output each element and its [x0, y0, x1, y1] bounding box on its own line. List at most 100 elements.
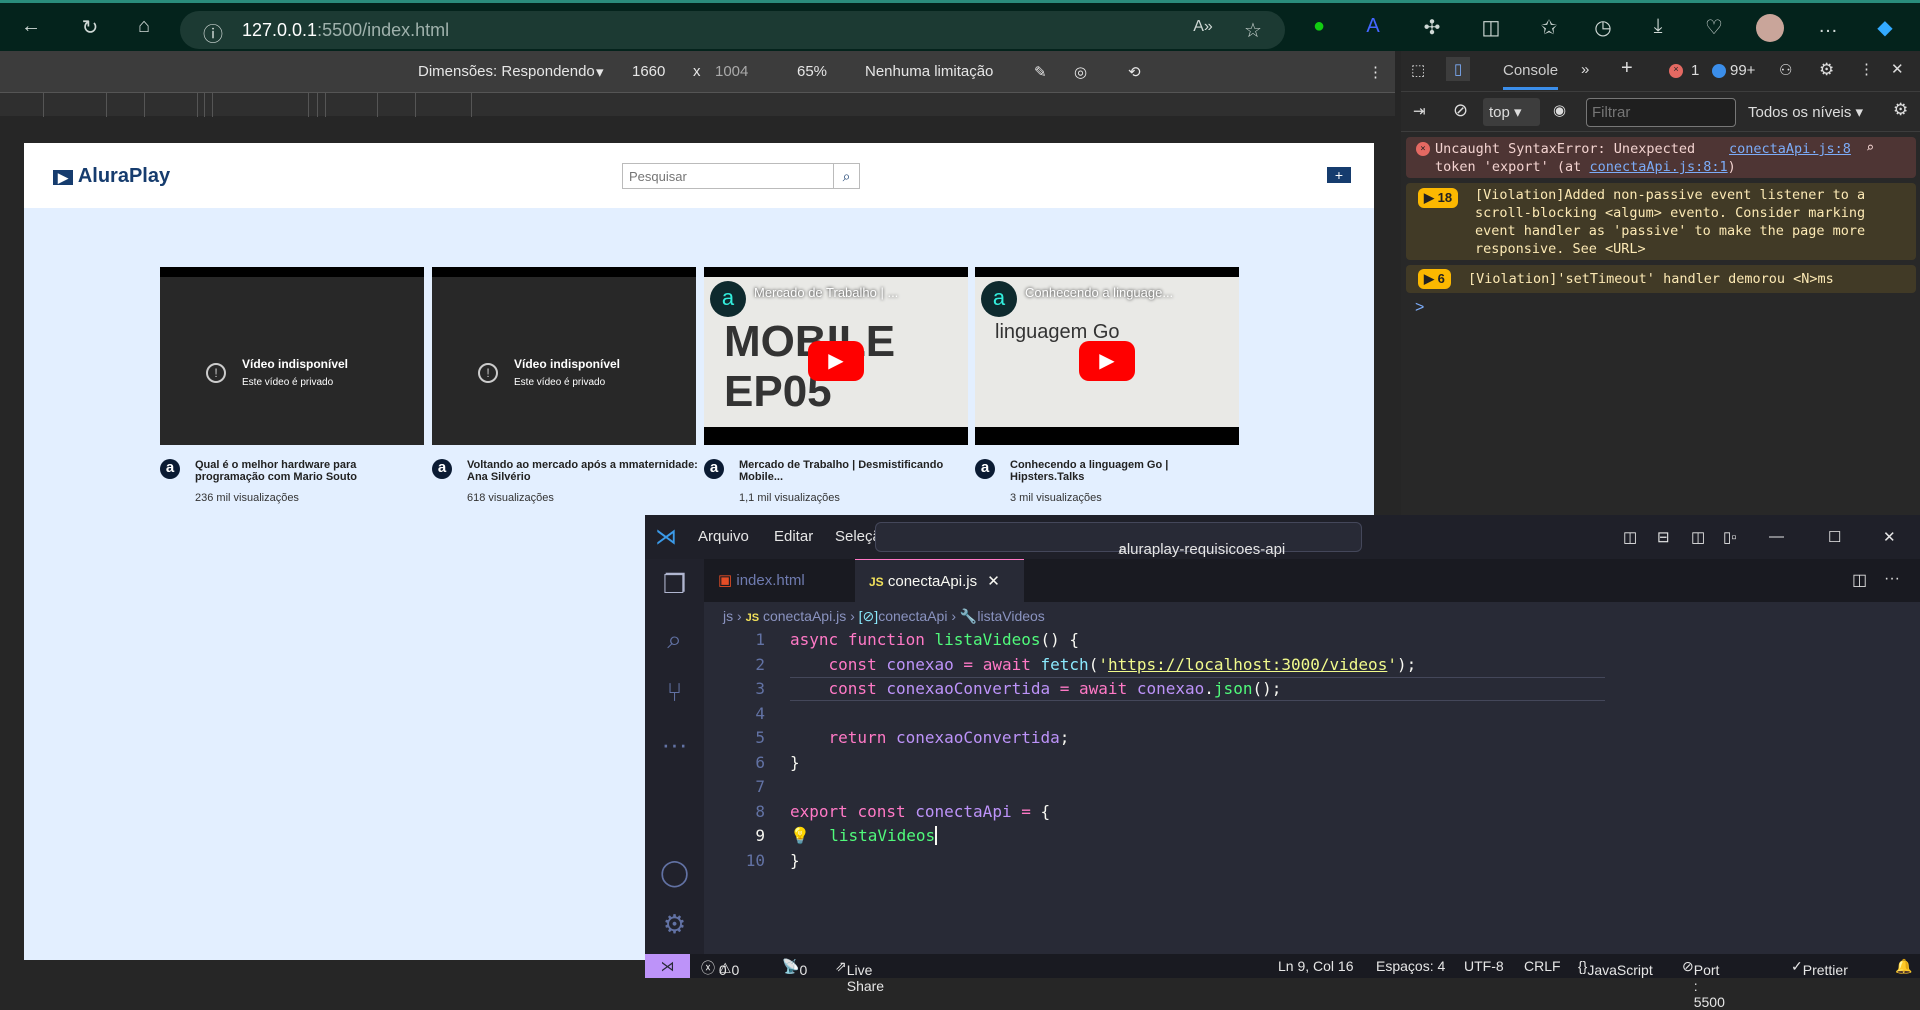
code-line[interactable]: const conexao = await fetch('https://loc… — [790, 655, 1417, 674]
split-editor-icon[interactable]: ◫ — [1852, 570, 1867, 590]
toggle-sidebar-icon[interactable]: ◫ — [1623, 528, 1637, 546]
video-title[interactable]: Conhecendo a linguagem Go | Hipsters.Tal… — [1010, 459, 1242, 483]
minimize-icon[interactable]: — — [1769, 528, 1784, 545]
throttle-select[interactable]: Nenhuma limitação — [865, 63, 993, 80]
lightbulb-icon[interactable]: 💡 — [790, 826, 810, 845]
add-tab-icon[interactable]: + — [1621, 57, 1633, 80]
problems-indicator[interactable]: ⓧ 0 ⚠ 0 — [701, 958, 739, 978]
zoom-select[interactable]: 65% — [797, 63, 827, 80]
youtube-play-icon[interactable]: ▶ — [808, 341, 864, 381]
line-ending[interactable]: CRLF — [1524, 958, 1561, 974]
explorer-icon[interactable]: ❐ — [645, 569, 704, 600]
code-line[interactable]: } — [790, 753, 800, 772]
toggle-secondary-sidebar-icon[interactable]: ◫ — [1691, 528, 1705, 546]
language-mode[interactable]: {} JavaScript — [1578, 958, 1653, 978]
console-violation[interactable]: ▶ 6 [Violation]'setTimeout' handler demo… — [1406, 265, 1916, 293]
home-icon[interactable]: ⌂ — [131, 15, 157, 38]
error-count-icon[interactable]: × — [1669, 64, 1683, 78]
indentation[interactable]: Espaços: 4 — [1376, 958, 1445, 974]
device-toggle-icon[interactable]: ▯ — [1446, 57, 1471, 81]
filter-input[interactable] — [1586, 98, 1736, 127]
console-prompt[interactable]: > — [1415, 299, 1424, 317]
video-card[interactable]: linguagem Go a Conhecendo a linguage... ▶ a… — [975, 267, 1239, 509]
dimensions-select[interactable]: Dimensões: Respondendo — [418, 63, 595, 80]
more-actions-icon[interactable]: ··· — [1884, 570, 1900, 588]
video-title[interactable]: Qual é o melhor hardware para programaçã… — [195, 459, 427, 483]
profile-avatar[interactable] — [1756, 14, 1784, 42]
video-card[interactable]: MOBILE EP05 a Mercado de Trabalho | ... ▶ a… — [704, 267, 968, 509]
split-screen-icon[interactable]: ◫ — [1478, 15, 1504, 40]
toggle-panel-icon[interactable]: ⊟ — [1657, 528, 1670, 546]
extensions-puzzle-icon[interactable]: ✣ — [1419, 15, 1445, 40]
prettier-status[interactable]: ✓ Prettier — [1791, 958, 1848, 978]
search-icon[interactable]: ⌕ — [833, 164, 859, 188]
ports-indicator[interactable]: 📡 0 — [782, 958, 807, 978]
code-line[interactable]: 💡 listaVideos — [790, 826, 938, 845]
rotate-icon[interactable]: ⟲ — [1128, 63, 1141, 81]
favorites-icon[interactable]: ✩ — [1536, 15, 1562, 40]
more-icon[interactable]: ⋮ — [1859, 60, 1874, 78]
notifications-bell-icon[interactable]: 🔔 — [1895, 958, 1912, 975]
close-tab-icon[interactable]: ✕ — [987, 573, 1000, 590]
close-window-icon[interactable]: ✕ — [1883, 528, 1896, 546]
address-bar[interactable]: ⓘ 127.0.0.1:5500/index.html A» ☆ — [180, 11, 1285, 49]
read-aloud-icon[interactable]: A» — [1190, 18, 1216, 36]
health-icon[interactable]: ♡ — [1701, 15, 1727, 40]
clear-console-icon[interactable]: ⊘ — [1453, 100, 1468, 121]
customize-layout-icon[interactable]: ▯▫ — [1723, 528, 1737, 546]
live-share-button[interactable]: ⇗ Live Share — [835, 958, 884, 994]
video-title[interactable]: Voltando ao mercado após a mmaternidade:… — [467, 459, 699, 483]
message-count-icon[interactable] — [1712, 64, 1726, 78]
live-server-port[interactable]: ⊘ Port : 5500 — [1682, 958, 1725, 1010]
sensor-icon[interactable]: ◎ — [1074, 63, 1087, 81]
youtube-play-icon[interactable]: ▶ — [1079, 341, 1135, 381]
live-expression-icon[interactable]: ◉ — [1553, 101, 1566, 119]
accounts-icon[interactable]: ◯ — [645, 857, 704, 888]
more-views-icon[interactable]: ··· — [645, 729, 704, 760]
search-input[interactable] — [623, 164, 833, 188]
tab-index-html[interactable]: ▣ index.html — [704, 559, 855, 602]
tab-conecta-api-js[interactable]: JS conectaApi.js ✕ — [855, 559, 1024, 602]
close-icon[interactable]: ✕ — [1891, 60, 1904, 78]
context-select[interactable]: top ▾ — [1483, 98, 1540, 126]
menu-arquivo[interactable]: Arquivo — [698, 528, 749, 545]
error-count[interactable]: 1 — [1691, 62, 1699, 79]
code-line[interactable]: export const conectaApi = { — [790, 802, 1050, 821]
manage-gear-icon[interactable]: ⚙ — [645, 909, 704, 940]
breadcrumb-item[interactable]: js — [723, 608, 733, 624]
command-center[interactable]: ⌕ aluraplay-requisicoes-api — [875, 522, 1362, 558]
history-icon[interactable]: ◷ — [1590, 15, 1616, 40]
code-line[interactable]: return conexaoConvertida; — [790, 728, 1070, 747]
more-options-icon[interactable]: ⋮ — [1368, 63, 1383, 81]
menu-editar[interactable]: Editar — [774, 528, 813, 545]
code-line[interactable]: async function listaVideos() { — [790, 630, 1079, 649]
video-card[interactable]: ! Vídeo indisponível Este vídeo é privado … — [432, 267, 699, 509]
settings-gear-icon[interactable]: ⚙ — [1819, 60, 1834, 80]
add-video-icon[interactable]: + — [1327, 167, 1351, 183]
source-control-icon[interactable]: ⑂ — [645, 677, 704, 708]
error-source-link[interactable]: conectaApi.js:8 — [1729, 140, 1851, 158]
console-settings-icon[interactable]: ⚙ — [1893, 100, 1908, 120]
video-embed[interactable]: MOBILE EP05 a Mercado de Trabalho | ... ▶ — [704, 267, 968, 445]
translate-icon[interactable]: A — [1360, 15, 1386, 38]
remote-icon[interactable]: ⋊ — [645, 954, 690, 978]
logo[interactable]: ▶ AluraPlay — [53, 165, 170, 188]
console-violation[interactable]: ▶ 18 [Violation]Added non-passive event … — [1406, 183, 1916, 260]
more-icon[interactable]: … — [1815, 15, 1841, 38]
reload-icon[interactable]: ↻ — [77, 15, 103, 40]
sidebar-toggle-icon[interactable]: ⇥ — [1413, 102, 1426, 120]
video-embed[interactable]: ! Vídeo indisponível Este vídeo é privado — [432, 267, 696, 445]
download-icon[interactable]: ⤓ — [1645, 15, 1671, 38]
inspect-icon[interactable]: ⬚ — [1411, 61, 1425, 79]
video-card[interactable]: ! Vídeo indisponível Este vídeo é privado … — [160, 267, 424, 509]
code-line[interactable]: const conexaoConvertida = await conexao.… — [790, 679, 1282, 698]
tab-console[interactable]: Console — [1503, 62, 1559, 90]
search-icon[interactable]: ⌕ — [645, 624, 704, 656]
video-embed[interactable]: ! Vídeo indisponível Este vídeo é privado — [160, 267, 424, 445]
video-embed[interactable]: linguagem Go a Conhecendo a linguage... ▶ — [975, 267, 1239, 445]
copilot-icon[interactable]: ◆ — [1872, 15, 1898, 40]
levels-select[interactable]: Todos os níveis ▾ — [1748, 103, 1863, 121]
favorite-star-icon[interactable]: ☆ — [1240, 18, 1266, 43]
code-line[interactable]: } — [790, 851, 800, 870]
encoding[interactable]: UTF-8 — [1464, 958, 1504, 974]
